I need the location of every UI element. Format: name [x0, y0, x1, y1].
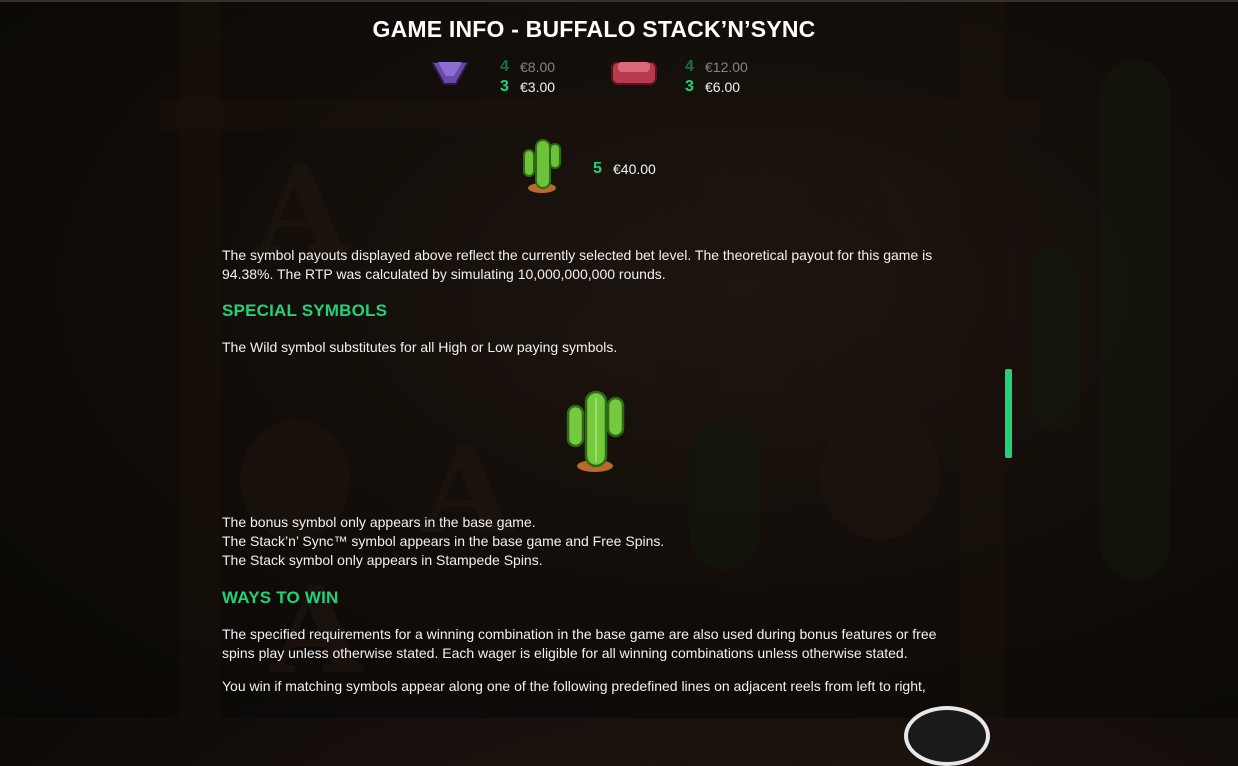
wild-text: The Wild symbol substitutes for all High…	[222, 339, 618, 355]
bonus-text: The bonus symbol only appears in the bas…	[222, 514, 536, 530]
stack-text: The Stack symbol only appears in Stamped…	[222, 552, 543, 568]
special-symbols-heading: SPECIAL SYMBOLS	[222, 301, 388, 320]
ways-text-3: You win if matching symbols appear along…	[222, 678, 926, 694]
ways-text-1: The specified requirements for a winning…	[222, 626, 937, 642]
rtp-text-1: The symbol payouts displayed above refle…	[222, 247, 933, 263]
info-content: The symbol payouts displayed above refle…	[222, 0, 942, 718]
ways-to-win-heading: WAYS TO WIN	[222, 588, 339, 607]
spin-button[interactable]	[904, 706, 990, 766]
bottom-bar	[240, 706, 720, 718]
cactus-wild-icon	[564, 388, 626, 479]
ways-text-2: spins play unless otherwise stated. Each…	[222, 645, 908, 661]
stack-sync-text: The Stack’n’ Sync™ symbol appears in the…	[222, 533, 665, 549]
scrollbar-thumb[interactable]	[1005, 369, 1012, 458]
rtp-text-2: 94.38%. The RTP was calculated by simula…	[222, 266, 666, 282]
